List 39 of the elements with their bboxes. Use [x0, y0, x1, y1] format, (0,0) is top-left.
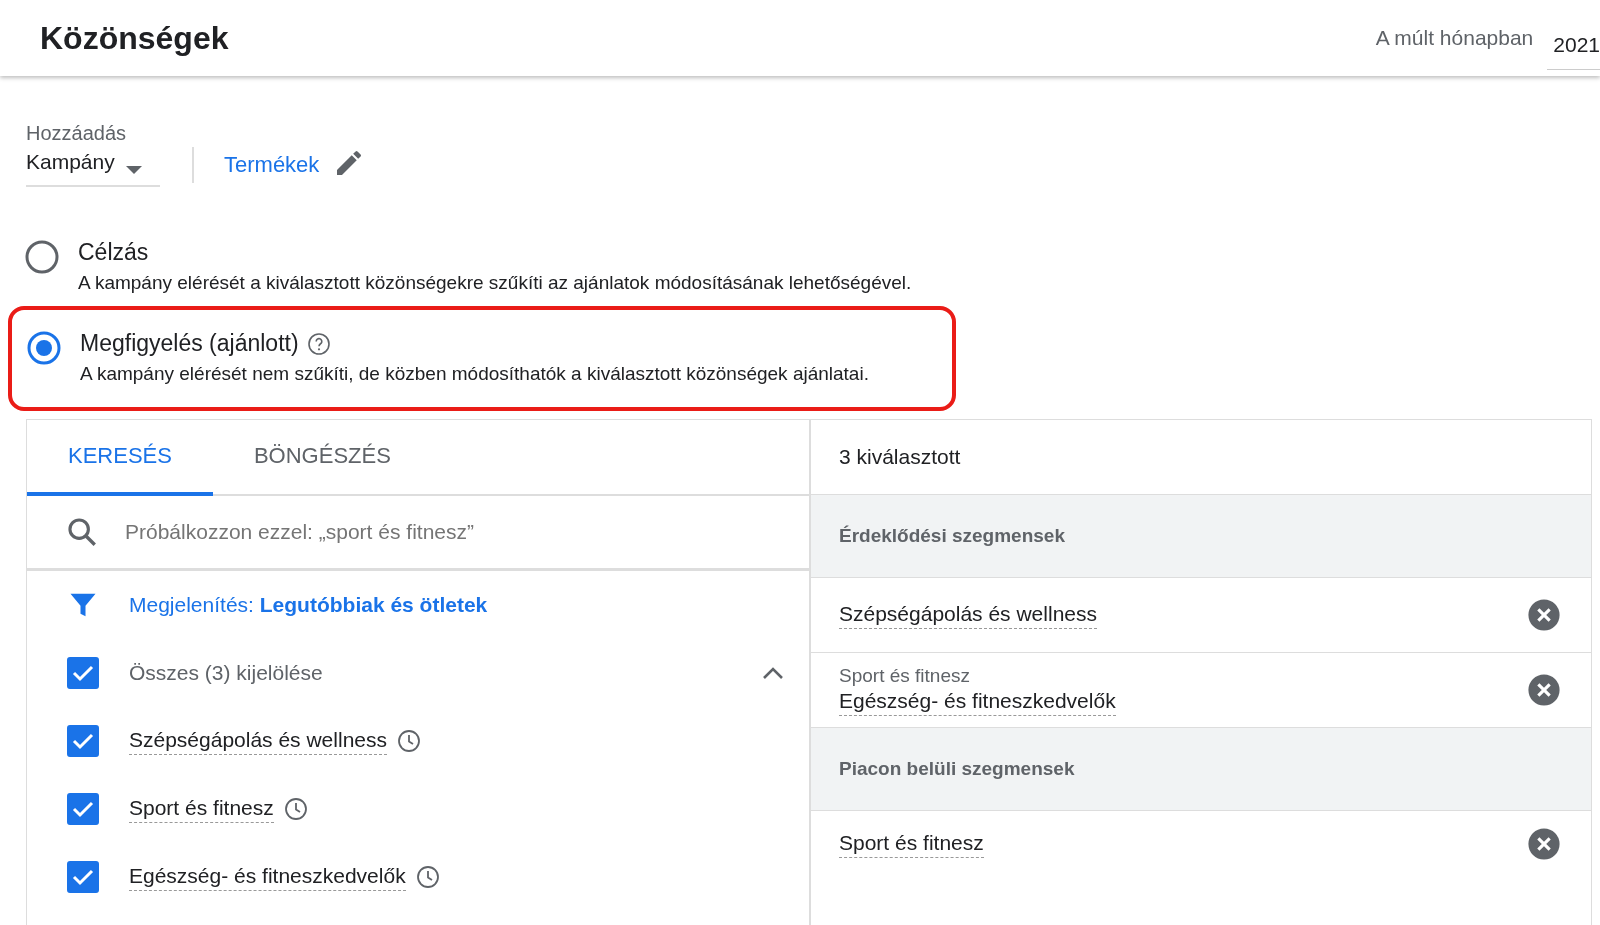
option-description: A kampány elérését a kiválasztott közönségekre szűkíti az ajánlatok módosításának lehetőségével. [78, 272, 912, 294]
add-to-dropdown[interactable]: Hozzáadás Kampány [26, 122, 160, 187]
clock-icon [283, 797, 308, 821]
search-field[interactable]: Próbálkozzon ezzel: „sport és fitnesz” [27, 496, 809, 571]
checkbox[interactable] [67, 793, 99, 825]
checkbox[interactable] [67, 725, 99, 757]
select-all-label: Összes (3) kijelölése [129, 661, 324, 685]
remove-icon[interactable] [1527, 827, 1561, 861]
option-description: A kampány elérését nem szűkíti, de közben módosíthatók a kiválasztott közönségek ajánlatai. [80, 363, 869, 385]
filter-link[interactable]: Megjelenítés: Legutóbbiak és ötletek [129, 593, 488, 617]
products-link[interactable]: Termékek [224, 151, 320, 178]
selected-audience: Egészség- és fitneszkedvelők [839, 688, 1116, 716]
date-range-field[interactable]: 2021 [1547, 24, 1600, 70]
chevron-icon[interactable] [761, 665, 785, 681]
clock-icon [415, 865, 440, 889]
checkbox[interactable] [67, 657, 99, 689]
group-header: Piacon belüli szegmensek [811, 728, 1591, 811]
selected-audience: Szépségápolás és wellness [839, 601, 1097, 629]
dropdown-arrow-icon [124, 165, 143, 175]
remove-icon[interactable] [1527, 673, 1561, 707]
checkbox[interactable] [67, 861, 99, 893]
option-title: Megfigyelés (ajánlott) [80, 330, 299, 357]
option-title: Célzás [78, 239, 149, 266]
parent-category: Sport és fitnesz [839, 664, 971, 687]
search-icon [65, 515, 99, 549]
page-title: Közönségek [40, 19, 230, 57]
radio-button[interactable] [26, 330, 62, 366]
selected-audience: Sport és fitnesz [839, 830, 984, 858]
help-icon[interactable] [306, 331, 331, 356]
audience-label: Szépségápolás és wellness [129, 727, 387, 755]
clock-icon [397, 729, 421, 753]
audience-label: Sport és fitnesz [129, 795, 274, 823]
audience-label: Egészség- és fitneszkedvelők [129, 863, 406, 891]
tab[interactable]: KERESÉS [27, 420, 213, 496]
remove-icon[interactable] [1527, 598, 1561, 632]
tab[interactable]: BÖNGÉSZÉS [212, 420, 432, 496]
group-header: Érdeklődési szegmensek [811, 495, 1591, 578]
radio-button[interactable] [24, 239, 60, 275]
period-label: A múlt hónapban [1375, 26, 1534, 50]
